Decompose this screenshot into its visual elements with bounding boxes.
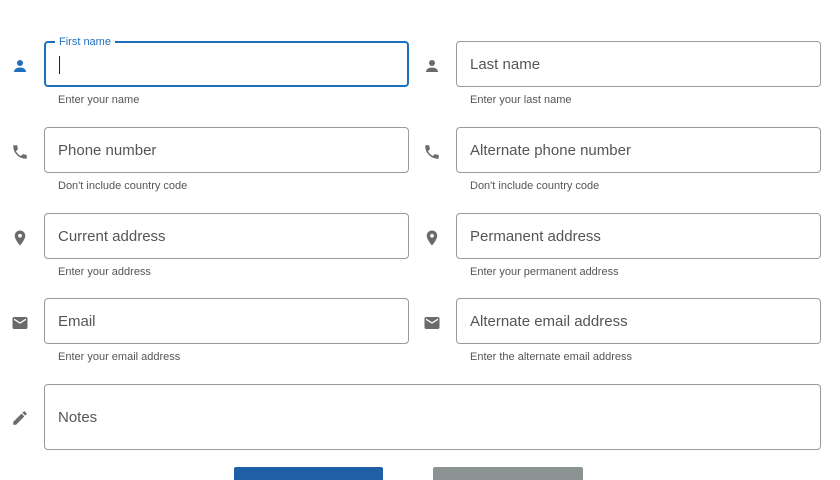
first-name-field[interactable]: First name (44, 35, 409, 87)
first-name-input[interactable] (59, 43, 397, 85)
current-address-field[interactable] (44, 213, 409, 259)
permanent-address-input[interactable] (470, 214, 810, 258)
text-caret (59, 56, 60, 74)
current-address-helper: Enter your address (58, 266, 151, 278)
email-helper: Enter your email address (58, 351, 181, 363)
notes-field[interactable] (44, 384, 821, 450)
mail-icon (423, 314, 441, 332)
location-pin-icon (423, 229, 441, 247)
person-icon (423, 57, 441, 75)
submit-button[interactable] (234, 467, 383, 480)
alternate-email-helper: Enter the alternate email address (470, 351, 633, 363)
phone-field[interactable] (44, 127, 409, 173)
phone-input[interactable] (58, 128, 398, 172)
location-pin-icon (11, 229, 29, 247)
email-field[interactable] (44, 298, 409, 344)
signup-form-page: First name Enter your name Enter your la… (0, 0, 840, 480)
person-icon (11, 57, 29, 75)
alternate-phone-field[interactable] (456, 127, 821, 173)
last-name-field[interactable] (456, 41, 821, 87)
current-address-input[interactable] (58, 214, 398, 258)
phone-icon (11, 143, 29, 161)
last-name-input[interactable] (470, 42, 810, 86)
last-name-helper: Enter your last name (470, 94, 572, 106)
pencil-icon (11, 409, 29, 427)
alternate-email-field[interactable] (456, 298, 821, 344)
alternate-phone-input[interactable] (470, 128, 810, 172)
permanent-address-helper: Enter your permanent address (470, 266, 619, 278)
alternate-email-input[interactable] (470, 299, 810, 343)
mail-icon (11, 314, 29, 332)
email-input[interactable] (58, 299, 398, 343)
notes-textarea[interactable] (58, 409, 810, 449)
phone-icon (423, 143, 441, 161)
phone-helper: Don't include country code (58, 180, 188, 192)
alternate-phone-helper: Don't include country code (470, 180, 600, 192)
reset-button[interactable] (433, 467, 583, 480)
permanent-address-field[interactable] (456, 213, 821, 259)
first-name-helper: Enter your name (58, 94, 140, 106)
